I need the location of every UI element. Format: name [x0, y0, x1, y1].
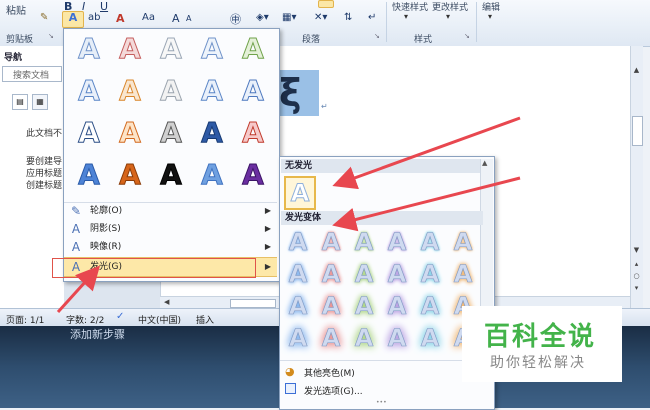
arrow-to-glow-variants: [332, 176, 521, 232]
watermark-title: 百科全说: [484, 322, 597, 352]
watermark-subtitle: 助你轻松解决: [490, 355, 586, 371]
watermark-logo: 百科全说 助你轻松解决: [462, 306, 622, 382]
arrow-to-glow-item: [56, 265, 101, 314]
arrow-to-no-glow: [332, 116, 521, 190]
